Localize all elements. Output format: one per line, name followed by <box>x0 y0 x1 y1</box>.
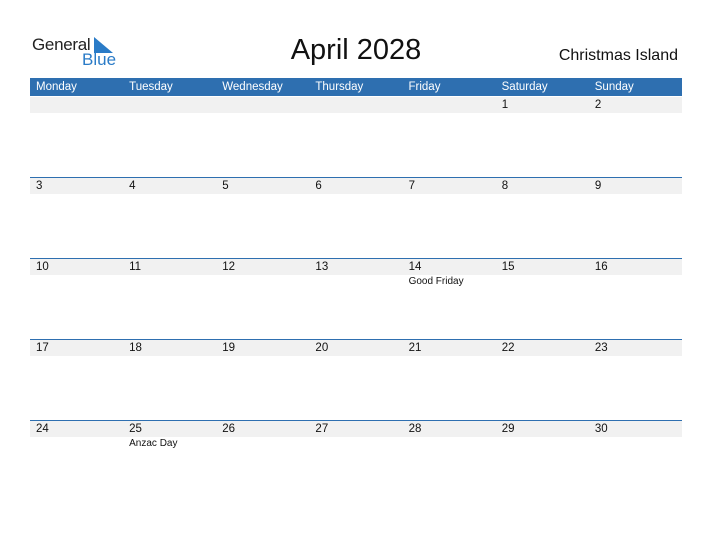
weekday-monday: Monday <box>36 81 77 93</box>
day-cell: 5 <box>216 178 309 259</box>
day-number: 29 <box>501 423 515 435</box>
weekday-tuesday: Tuesday <box>129 81 173 93</box>
day-number: 19 <box>222 342 236 354</box>
country-label: Christmas Island <box>558 47 678 64</box>
day-number: 10 <box>36 261 49 273</box>
day-cell: 3 <box>30 178 123 259</box>
day-number: 15 <box>501 261 515 273</box>
day-cell <box>403 97 496 178</box>
day-number: 18 <box>129 342 142 354</box>
day-cell: 22 <box>496 340 589 421</box>
day-cell: 23 <box>589 340 682 421</box>
day-number: 16 <box>594 261 608 273</box>
weekday-header: Monday Tuesday Wednesday Thursday Friday… <box>30 78 682 96</box>
day-cell: 28 <box>403 421 496 502</box>
day-cell: 13 <box>309 259 402 340</box>
day-cell <box>123 97 216 178</box>
day-cell: 21 <box>403 340 496 421</box>
day-number: 5 <box>222 180 229 192</box>
day-cell: 14 Good Friday <box>403 259 496 340</box>
day-cell: 30 <box>589 421 682 502</box>
day-cell <box>309 97 402 178</box>
day-cell: 25 Anzac Day <box>123 421 216 502</box>
day-number: 8 <box>501 180 509 192</box>
day-number: 13 <box>315 261 329 273</box>
day-number: 4 <box>129 180 136 192</box>
day-number: 17 <box>36 342 49 354</box>
day-cell: 8 <box>496 178 589 259</box>
weekday-saturday: Saturday <box>501 81 548 93</box>
day-cell <box>216 97 309 178</box>
day-cell: 11 <box>123 259 216 340</box>
day-cell: 17 <box>30 340 123 421</box>
day-cell: 24 <box>30 421 123 502</box>
day-cell: 15 <box>496 259 589 340</box>
day-cell: 1 <box>496 97 589 178</box>
day-number: 2 <box>594 99 602 111</box>
day-number: 28 <box>408 423 422 435</box>
day-cell: 10 <box>30 259 123 340</box>
holiday-label: Good Friday <box>408 276 464 287</box>
week-row: 10 11 12 13 14 Good Friday 15 16 <box>30 258 682 340</box>
week-row: 17 18 19 20 21 22 23 <box>30 339 682 421</box>
day-number: 22 <box>501 342 515 354</box>
day-number: 9 <box>594 180 602 192</box>
day-number: 11 <box>129 261 142 273</box>
day-cell: 12 <box>216 259 309 340</box>
day-cell <box>30 97 123 178</box>
day-number: 30 <box>594 423 608 435</box>
day-number: 7 <box>408 180 415 192</box>
day-number: 3 <box>36 180 43 192</box>
day-cell: 4 <box>123 178 216 259</box>
day-number: 6 <box>315 180 322 192</box>
weekday-thursday: Thursday <box>315 81 364 93</box>
day-cell: 9 <box>589 178 682 259</box>
holiday-label: Anzac Day <box>129 438 178 449</box>
weekday-friday: Friday <box>408 81 441 93</box>
weekday-sunday: Sunday <box>594 81 634 93</box>
day-cell: 27 <box>309 421 402 502</box>
day-cell: 16 <box>589 259 682 340</box>
day-cell: 26 <box>216 421 309 502</box>
day-cell: 19 <box>216 340 309 421</box>
week-row: 3 4 5 6 7 8 9 <box>30 177 682 259</box>
day-number: 25 <box>129 423 142 435</box>
day-number: 26 <box>222 423 236 435</box>
day-number: 24 <box>36 423 49 435</box>
day-number: 1 <box>501 99 509 111</box>
day-cell: 29 <box>496 421 589 502</box>
day-number: 20 <box>315 342 329 354</box>
week-row: 24 25 Anzac Day 26 27 28 29 30 <box>30 420 682 502</box>
weekday-wednesday: Wednesday <box>222 81 283 93</box>
day-cell: 20 <box>309 340 402 421</box>
day-number: 23 <box>594 342 608 354</box>
week-row: 12 <box>30 97 682 178</box>
day-number: 27 <box>315 423 329 435</box>
day-number: 14 <box>408 261 422 273</box>
day-cell: 18 <box>123 340 216 421</box>
day-cell: 7 <box>403 178 496 259</box>
day-cell: 2 <box>589 97 682 178</box>
day-number: 21 <box>408 342 422 354</box>
day-number: 12 <box>222 261 236 273</box>
day-cell: 6 <box>309 178 402 259</box>
